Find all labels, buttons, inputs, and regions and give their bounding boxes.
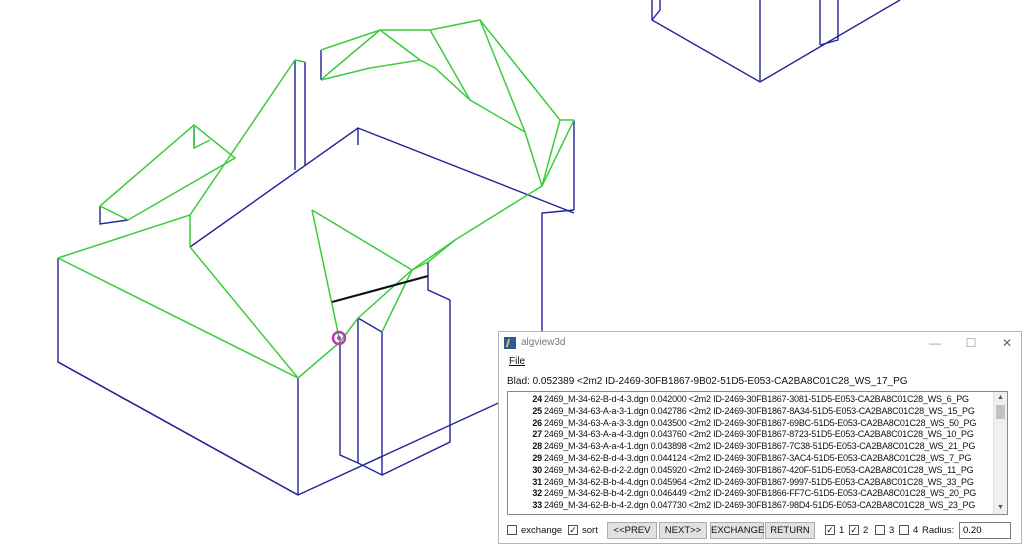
row-number: 29 bbox=[532, 452, 542, 463]
list-item[interactable]: 25 2469_M-34-63-A-a-3-1.dgn 0.042786 <2m2… bbox=[508, 406, 994, 418]
next-button[interactable]: NEXT>> bbox=[659, 522, 707, 539]
list-item[interactable]: 33 2469_M-34-62-B-b-4-2.dgn 0.047730 <2m2… bbox=[508, 500, 994, 512]
list-rows: 24 2469_M-34-62-B-d-4-3.dgn 0.042000 <2m2… bbox=[508, 394, 994, 512]
algview3d-dialog: algview3d — ☐ ✕ File Blad: 0.052389 <2m2… bbox=[498, 331, 1022, 544]
list-item[interactable]: 28 2469_M-34-63-A-a-4-1.dgn 0.043898 <2m2… bbox=[508, 441, 994, 453]
exchange-button[interactable]: EXCHANGE bbox=[710, 522, 764, 539]
building-top-wireframe bbox=[651, 0, 901, 83]
list-item[interactable]: 27 2469_M-34-63-A-a-4-3.dgn 0.043760 <2m2… bbox=[508, 429, 994, 441]
option-1-checkbox[interactable]: ✓ bbox=[825, 525, 835, 535]
option-2-label: 2 bbox=[863, 525, 869, 536]
list-scrollbar[interactable]: ▲ ▼ bbox=[993, 392, 1007, 514]
row-text: 2469_M-34-62-B-d-2-2.dgn 0.045920 <2m2 I… bbox=[544, 464, 974, 475]
option-4-label: 4 bbox=[913, 525, 919, 536]
row-number: 32 bbox=[532, 488, 542, 499]
building-walls-wireframe bbox=[57, 50, 575, 496]
list-item[interactable]: 24 2469_M-34-62-B-d-4-3.dgn 0.042000 <2m2… bbox=[508, 394, 994, 406]
row-number: 31 bbox=[532, 476, 542, 487]
title-bar[interactable]: algview3d — ☐ ✕ bbox=[499, 332, 1021, 354]
row-number: 28 bbox=[532, 441, 542, 452]
app-icon bbox=[504, 337, 516, 349]
sort-label: sort bbox=[582, 525, 598, 536]
row-text: 2469_M-34-63-A-a-3-3.dgn 0.043500 <2m2 I… bbox=[544, 417, 977, 428]
row-number: 33 bbox=[532, 500, 542, 511]
row-number: 30 bbox=[532, 464, 542, 475]
menu-file[interactable]: File bbox=[509, 356, 525, 367]
exchange-checkbox[interactable] bbox=[507, 525, 517, 535]
row-number: 27 bbox=[532, 429, 542, 440]
return-button[interactable]: RETURN bbox=[765, 522, 815, 539]
scroll-down-arrow-icon[interactable]: ▼ bbox=[994, 502, 1007, 514]
exchange-label: exchange bbox=[521, 525, 563, 536]
scroll-up-arrow-icon[interactable]: ▲ bbox=[994, 392, 1007, 404]
window-title: algview3d bbox=[521, 337, 566, 348]
option-1-label: 1 bbox=[839, 525, 845, 536]
option-3-checkbox[interactable] bbox=[875, 525, 885, 535]
maximize-button[interactable]: ☐ bbox=[959, 335, 983, 351]
blad-readout: Blad: 0.052389 <2m2 ID-2469-30FB1867-9B0… bbox=[507, 376, 908, 387]
option-2-checkbox[interactable]: ✓ bbox=[849, 525, 859, 535]
option-3-label: 3 bbox=[889, 525, 895, 536]
list-item[interactable]: 31 2469_M-34-62-B-b-4-4.dgn 0.045964 <2m2… bbox=[508, 477, 994, 489]
row-text: 2469_M-34-62-B-d-4-3.dgn 0.042000 <2m2 I… bbox=[544, 394, 969, 404]
roof-outline-wireframe bbox=[57, 19, 575, 379]
option-4-checkbox[interactable] bbox=[899, 525, 909, 535]
list-item[interactable]: 32 2469_M-34-62-B-b-4-2.dgn 0.046449 <2m2… bbox=[508, 488, 994, 500]
row-text: 2469_M-34-62-B-d-4-3.dgn 0.044124 <2m2 I… bbox=[544, 452, 972, 463]
row-text: 2469_M-34-63-A-a-4-3.dgn 0.043760 <2m2 I… bbox=[544, 429, 974, 440]
prev-button[interactable]: <<PREV bbox=[607, 522, 657, 539]
scroll-thumb[interactable] bbox=[996, 405, 1005, 419]
row-text: 2469_M-34-62-B-b-4-2.dgn 0.047730 <2m2 I… bbox=[544, 500, 976, 511]
menu-bar: File bbox=[509, 356, 525, 370]
list-item[interactable]: 30 2469_M-34-62-B-d-2-2.dgn 0.045920 <2m2… bbox=[508, 465, 994, 477]
list-item[interactable]: 29 2469_M-34-62-B-d-4-3.dgn 0.044124 <2m2… bbox=[508, 453, 994, 465]
row-text: 2469_M-34-62-B-b-4-4.dgn 0.045964 <2m2 I… bbox=[544, 476, 974, 487]
row-text: 2469_M-34-63-A-a-3-1.dgn 0.042786 <2m2 I… bbox=[544, 405, 975, 416]
row-text: 2469_M-34-63-A-a-4-1.dgn 0.043898 <2m2 I… bbox=[544, 441, 976, 452]
list-item[interactable]: 26 2469_M-34-63-A-a-3-3.dgn 0.043500 <2m2… bbox=[508, 418, 994, 430]
results-listbox[interactable]: 24 2469_M-34-62-B-d-4-3.dgn 0.042000 <2m2… bbox=[507, 391, 1008, 515]
row-number: 25 bbox=[532, 405, 542, 416]
row-text: 2469_M-34-62-B-b-4-2.dgn 0.046449 <2m2 I… bbox=[544, 488, 977, 499]
row-number: 24 bbox=[532, 394, 542, 404]
sort-checkbox[interactable]: ✓ bbox=[568, 525, 578, 535]
minimize-button[interactable]: — bbox=[923, 335, 947, 351]
close-button[interactable]: ✕ bbox=[995, 335, 1019, 351]
row-number: 26 bbox=[532, 417, 542, 428]
controls-bar: exchange ✓ sort <<PREV NEXT>> EXCHANGE R… bbox=[507, 522, 1017, 540]
radius-input[interactable] bbox=[959, 522, 1011, 539]
radius-label: Radius: bbox=[922, 525, 955, 536]
